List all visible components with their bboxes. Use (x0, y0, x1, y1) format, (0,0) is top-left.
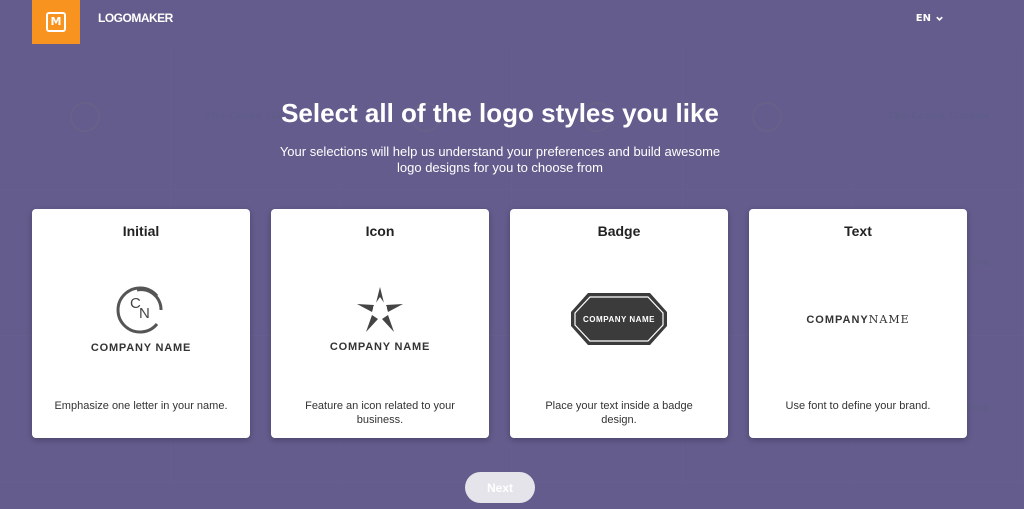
style-card-icon[interactable]: Icon COMPANY NAME Feature an icon relate… (271, 209, 489, 438)
card-title: Icon (365, 223, 395, 239)
text-logo-light: NAME (868, 312, 910, 326)
text-logo-bold: COMPANY (806, 313, 869, 326)
style-card-text[interactable]: Text COMPANYNAME Use font to define your… (749, 209, 967, 438)
page-title: Select all of the logo styles you like (281, 98, 719, 128)
card-title: Badge (597, 223, 641, 239)
card-preview: COMPANY NAME (271, 269, 489, 369)
next-button[interactable]: Next (465, 472, 535, 503)
card-preview: COMPANYNAME (749, 269, 967, 369)
card-description: Place your text inside a badge design. (545, 400, 693, 426)
card-description: Feature an icon related to your business… (305, 400, 455, 426)
card-description: Use font to define your brand. (785, 400, 931, 412)
company-name: COMPANY NAME (90, 342, 192, 354)
style-card-badge[interactable]: Badge COMPANY NAME Place your text insid… (510, 209, 728, 438)
badge-logo: COMPANY NAME (570, 292, 668, 346)
badge-text: COMPANY NAME (583, 314, 655, 324)
company-name: COMPANY NAME (329, 341, 431, 353)
card-title: Text (844, 223, 872, 239)
card-description: Emphasize one letter in your name. (54, 400, 228, 412)
main-content: Select all of the logo styles you like Y… (0, 0, 1024, 509)
card-preview: C N COMPANY NAME (32, 269, 250, 369)
style-card-initial[interactable]: Initial C N COMPANY NAME Emphasize one l… (32, 209, 250, 438)
text-logo: COMPANYNAME (806, 313, 909, 326)
star-logo-icon (357, 287, 403, 332)
card-preview: COMPANY NAME (510, 269, 728, 369)
card-title: Initial (122, 223, 160, 239)
page-subtitle: Your selections will help us understand … (279, 144, 721, 175)
svg-text:N: N (139, 305, 150, 322)
initials-logo-icon: C N (116, 286, 163, 334)
